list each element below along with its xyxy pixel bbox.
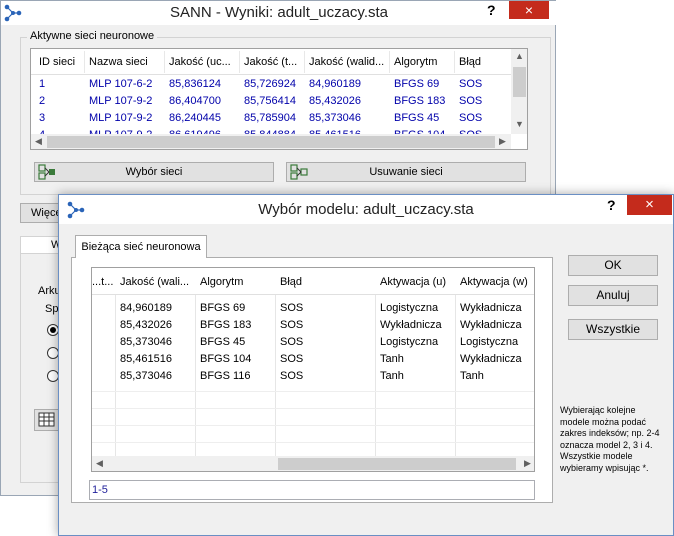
table-row[interactable]: 3 MLP 107-9-2 86,240445 85,785904 85,373…: [31, 110, 511, 127]
more-button[interactable]: Więcej: [20, 203, 62, 223]
horizontal-scrollbar[interactable]: ◀ ▶: [92, 456, 534, 471]
dialog-close-button[interactable]: ×: [627, 195, 672, 215]
ok-button[interactable]: OK: [568, 255, 658, 276]
hint-text: Wybierając kolejne modele można podać za…: [560, 405, 660, 473]
table-row[interactable]: 84,960189 BFGS 69 SOS Logistyczna Wykład…: [92, 300, 534, 317]
select-network-label: Wybór sieci: [125, 166, 183, 178]
chevron-right-icon[interactable]: ▶: [499, 136, 506, 147]
chevron-left-icon[interactable]: ◀: [35, 136, 42, 147]
table-row[interactable]: 85,373046 BFGS 116 SOS Tanh Tanh: [92, 368, 534, 385]
vertical-scrollbar[interactable]: ▲ ▼: [511, 49, 527, 134]
horizontal-scrollbar[interactable]: ◀ ▶: [31, 134, 511, 149]
column-header[interactable]: Błąd: [459, 56, 481, 68]
table-row[interactable]: 2 MLP 107-9-2 86,404700 85,756414 85,432…: [31, 93, 511, 110]
back-title-bar: SANN - Wyniki: adult_uczacy.sta ?: [1, 1, 557, 25]
scroll-thumb[interactable]: [47, 136, 495, 148]
active-networks-table[interactable]: ID sieci Nazwa sieci Jakość (uc... Jakoś…: [30, 48, 528, 150]
remove-network-icon: [290, 164, 308, 186]
back-help-button[interactable]: ?: [487, 2, 496, 18]
dialog-title: Wybór modelu: adult_uczacy.sta: [258, 201, 474, 218]
table-row[interactable]: 85,373046 BFGS 45 SOS Logistyczna Logist…: [92, 334, 534, 351]
active-networks-label: Aktywne sieci neuronowe: [27, 30, 158, 42]
table-row[interactable]: 85,461516 BFGS 104 SOS Tanh Wykładnicza: [92, 351, 534, 368]
remove-network-button[interactable]: Usuwanie sieci: [286, 162, 526, 182]
chevron-down-icon[interactable]: ▼: [515, 119, 524, 129]
select-all-button[interactable]: Wszystkie: [568, 319, 658, 340]
column-header[interactable]: Jakość (uc...: [169, 56, 231, 68]
chevron-right-icon[interactable]: ▶: [524, 458, 531, 469]
column-header[interactable]: Algorytm: [394, 56, 437, 68]
scroll-thumb[interactable]: [278, 458, 516, 470]
table-row[interactable]: 1 MLP 107-6-2 85,836124 85,726924 84,960…: [31, 76, 511, 93]
scroll-thumb[interactable]: [513, 67, 526, 97]
table-header: ...t... Jakość (wali... Algorytm Błąd Ak…: [92, 268, 534, 295]
column-header[interactable]: Aktywacja (u): [380, 276, 446, 288]
select-network-icon: [38, 164, 56, 186]
column-header[interactable]: ID sieci: [39, 56, 75, 68]
back-close-button[interactable]: ×: [509, 1, 549, 19]
tab-current-network[interactable]: Bieżąca sieć neuronowa: [75, 235, 207, 258]
back-window-title: SANN - Wyniki: adult_uczacy.sta: [170, 4, 388, 21]
table-row[interactable]: 85,432026 BFGS 183 SOS Wykładnicza Wykła…: [92, 317, 534, 334]
column-header[interactable]: Jakość (t...: [244, 56, 297, 68]
back-subgroup-label: Sp: [45, 303, 59, 315]
remove-network-label: Usuwanie sieci: [369, 166, 443, 178]
column-header[interactable]: ...t...: [92, 276, 113, 288]
column-header[interactable]: Nazwa sieci: [89, 56, 148, 68]
dialog-title-bar: Wybór modelu: adult_uczacy.sta ?: [59, 195, 673, 224]
column-header[interactable]: Jakość (walid...: [309, 56, 384, 68]
grid-icon: [35, 412, 59, 433]
chevron-up-icon[interactable]: ▲: [515, 51, 524, 61]
model-selection-dialog: Wybór modelu: adult_uczacy.sta ? × Bieżą…: [58, 194, 674, 536]
column-header[interactable]: Błąd: [280, 276, 302, 288]
cancel-button[interactable]: Anuluj: [568, 285, 658, 306]
chevron-left-icon[interactable]: ◀: [96, 458, 103, 469]
index-range-input[interactable]: [89, 480, 535, 500]
dialog-help-button[interactable]: ?: [607, 197, 616, 213]
column-header[interactable]: Algorytm: [200, 276, 243, 288]
column-header[interactable]: Jakość (wali...: [120, 276, 189, 288]
column-header[interactable]: Aktywacja (w): [460, 276, 528, 288]
model-table[interactable]: ...t... Jakość (wali... Algorytm Błąd Ak…: [91, 267, 535, 472]
select-network-button[interactable]: Wybór sieci: [34, 162, 274, 182]
grid-button[interactable]: [34, 409, 60, 431]
table-header: ID sieci Nazwa sieci Jakość (uc... Jakoś…: [31, 49, 511, 75]
